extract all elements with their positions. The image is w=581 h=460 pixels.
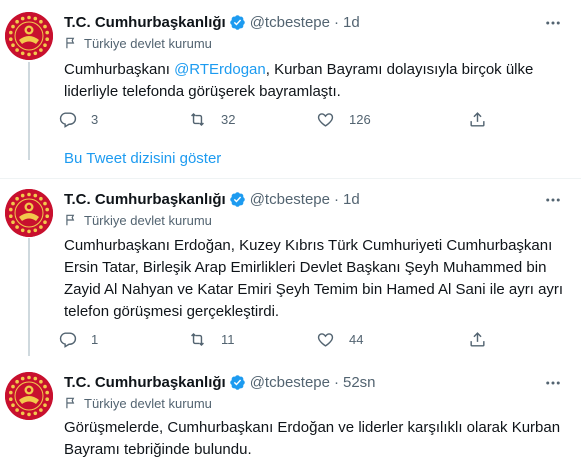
tweet-3[interactable]: T.C. Cumhurbaşkanlığı @tcbestepe · 52sn …	[0, 372, 581, 460]
reply-icon	[58, 110, 77, 129]
divider	[0, 178, 581, 179]
tweet-actions: 3 32 126	[58, 110, 498, 134]
avatar[interactable]	[5, 12, 53, 60]
more-icon[interactable]	[541, 191, 565, 209]
avatar[interactable]	[5, 189, 53, 237]
government-label: Türkiye devlet kurumu	[64, 34, 212, 52]
label-text: Türkiye devlet kurumu	[84, 395, 212, 411]
reply-button[interactable]: 3	[58, 110, 98, 129]
reply-count: 1	[91, 332, 99, 347]
flag-icon	[64, 396, 78, 410]
timestamp[interactable]: 1d	[343, 14, 360, 31]
tweet-text: Cumhurbaşkanı Erdoğan, Kuzey Kıbrıs Türk…	[64, 237, 564, 320]
tweet-2[interactable]: T.C. Cumhurbaşkanlığı @tcbestepe · 1d Tü…	[0, 189, 581, 355]
share-icon	[468, 110, 487, 129]
timestamp[interactable]: 1d	[343, 191, 360, 208]
verified-badge-icon	[229, 374, 246, 391]
mention-link[interactable]: @RTErdogan	[174, 61, 266, 78]
tweet-text: Cumhurbaşkanı @RTErdogan, Kurban Bayramı…	[64, 59, 569, 103]
flag-icon	[64, 213, 78, 227]
author-handle[interactable]: @tcbestepe	[250, 14, 330, 31]
retweet-count: 11	[221, 332, 235, 347]
author-handle[interactable]: @tcbestepe	[250, 374, 330, 391]
like-icon	[316, 330, 335, 349]
more-icon[interactable]	[541, 374, 565, 392]
separator-dot: ·	[333, 373, 339, 391]
flag-icon	[64, 36, 78, 50]
author-name[interactable]: T.C. Cumhurbaşkanlığı	[64, 191, 226, 208]
reply-count: 3	[91, 112, 99, 127]
retweet-button[interactable]: 11	[188, 330, 235, 349]
label-text: Türkiye devlet kurumu	[84, 35, 212, 51]
author-name[interactable]: T.C. Cumhurbaşkanlığı	[64, 374, 226, 391]
like-icon	[316, 110, 335, 129]
verified-badge-icon	[229, 14, 246, 31]
tweet-header: T.C. Cumhurbaşkanlığı @tcbestepe · 1d	[64, 189, 360, 209]
separator-dot: ·	[333, 13, 339, 31]
retweet-button[interactable]: 32	[188, 110, 235, 129]
government-label: Türkiye devlet kurumu	[64, 211, 212, 229]
timestamp[interactable]: 52sn	[343, 374, 376, 391]
share-button[interactable]	[468, 110, 487, 129]
reply-button[interactable]: 1	[58, 330, 98, 349]
government-label: Türkiye devlet kurumu	[64, 394, 212, 412]
like-count: 126	[349, 112, 371, 127]
like-button[interactable]: 126	[316, 110, 371, 129]
tweet-header: T.C. Cumhurbaşkanlığı @tcbestepe · 52sn	[64, 372, 376, 392]
like-count: 44	[349, 332, 364, 347]
presidential-emblem-icon	[5, 189, 53, 237]
tweet-1[interactable]: T.C. Cumhurbaşkanlığı @tcbestepe · 1d Tü…	[0, 12, 581, 140]
retweet-count: 32	[221, 112, 236, 127]
separator-dot: ·	[333, 190, 339, 208]
tweet-text-start: Cumhurbaşkanı	[64, 61, 175, 78]
author-handle[interactable]: @tcbestepe	[250, 191, 330, 208]
tweet-header: T.C. Cumhurbaşkanlığı @tcbestepe · 1d	[64, 12, 360, 32]
avatar[interactable]	[5, 372, 53, 420]
verified-badge-icon	[229, 191, 246, 208]
presidential-emblem-icon	[5, 12, 53, 60]
tweet-actions: 1 11 44	[58, 330, 498, 354]
reply-icon	[58, 330, 77, 349]
more-icon[interactable]	[541, 14, 565, 32]
like-button[interactable]: 44	[316, 330, 363, 349]
tweet-text: Görüşmelerde, Cumhurbaşkanı Erdoğan ve l…	[64, 419, 561, 458]
label-text: Türkiye devlet kurumu	[84, 212, 212, 228]
retweet-icon	[188, 110, 207, 129]
share-icon	[468, 330, 487, 349]
retweet-icon	[188, 330, 207, 349]
show-thread-link[interactable]: Bu Tweet dizisini göster	[64, 150, 221, 167]
share-button[interactable]	[468, 330, 487, 349]
author-name[interactable]: T.C. Cumhurbaşkanlığı	[64, 14, 226, 31]
presidential-emblem-icon	[5, 372, 53, 420]
